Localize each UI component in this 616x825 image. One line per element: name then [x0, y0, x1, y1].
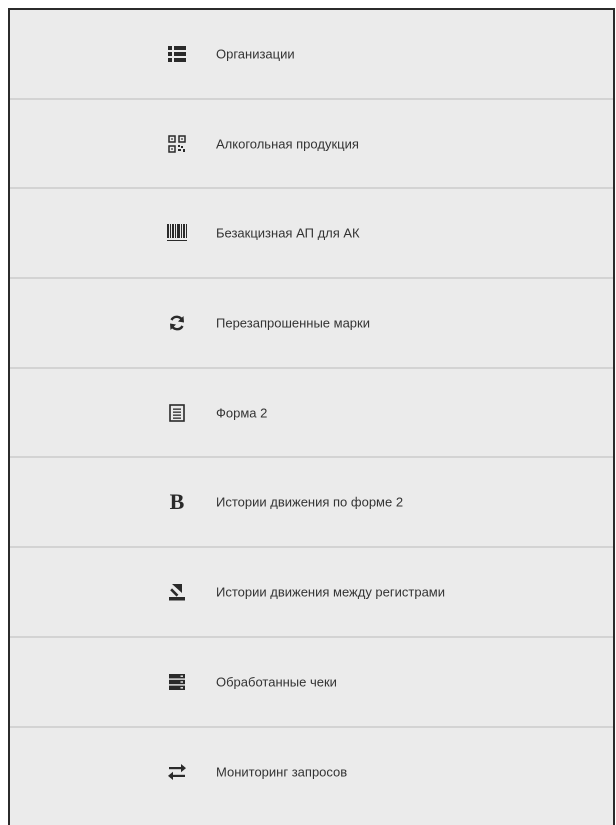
menu-item-label: Перезапрошенные марки [216, 315, 370, 331]
menu-item-form-2-history[interactable]: B Истории движения по форме 2 [10, 458, 613, 549]
menu-item-register-transfer-history[interactable]: Истории движения между регистрами [10, 548, 613, 638]
menu-item-label: Обработанные чеки [216, 674, 337, 690]
qr-code-icon [165, 132, 189, 156]
menu-item-request-monitoring[interactable]: Мониторинг запросов [10, 727, 613, 818]
bold-b-icon: B [169, 489, 185, 515]
menu-item-label: Алкогольная продукция [216, 136, 359, 152]
menu-item-alcohol-products[interactable]: Алкогольная продукция [10, 99, 613, 190]
menu-item-label: Мониторинг запросов [216, 764, 348, 780]
list-icon [165, 42, 189, 66]
menu-item-label: Безакцизная АП для АК [216, 225, 360, 241]
barcode-icon [165, 221, 189, 245]
menu-item-label: Истории движения между регистрами [216, 584, 446, 600]
menu-item-organizations[interactable]: Организации [10, 10, 613, 100]
menu-item-form-2[interactable]: Форма 2 [10, 368, 613, 459]
menu-item-rerequested-marks[interactable]: Перезапрошенные марки [10, 279, 613, 369]
document-list-icon [165, 401, 189, 425]
menu-item-label: Истории движения по форме 2 [216, 494, 404, 510]
menu-item-label: Форма 2 [216, 405, 268, 421]
menu-item-processed-receipts[interactable]: Обработанные чеки [10, 637, 613, 728]
menu-item-label: Организации [216, 46, 295, 62]
refresh-icon [165, 311, 189, 335]
transfer-arrows-icon [165, 760, 189, 784]
side-menu: Организации Алкогольная продукция Безакц… [10, 10, 613, 818]
menu-item-excise-free-products[interactable]: Безакцизная АП для АК [10, 189, 613, 280]
server-stack-icon [165, 670, 189, 694]
navigation-panel: Организации Алкогольная продукция Безакц… [8, 8, 615, 825]
upload-icon [165, 580, 189, 604]
